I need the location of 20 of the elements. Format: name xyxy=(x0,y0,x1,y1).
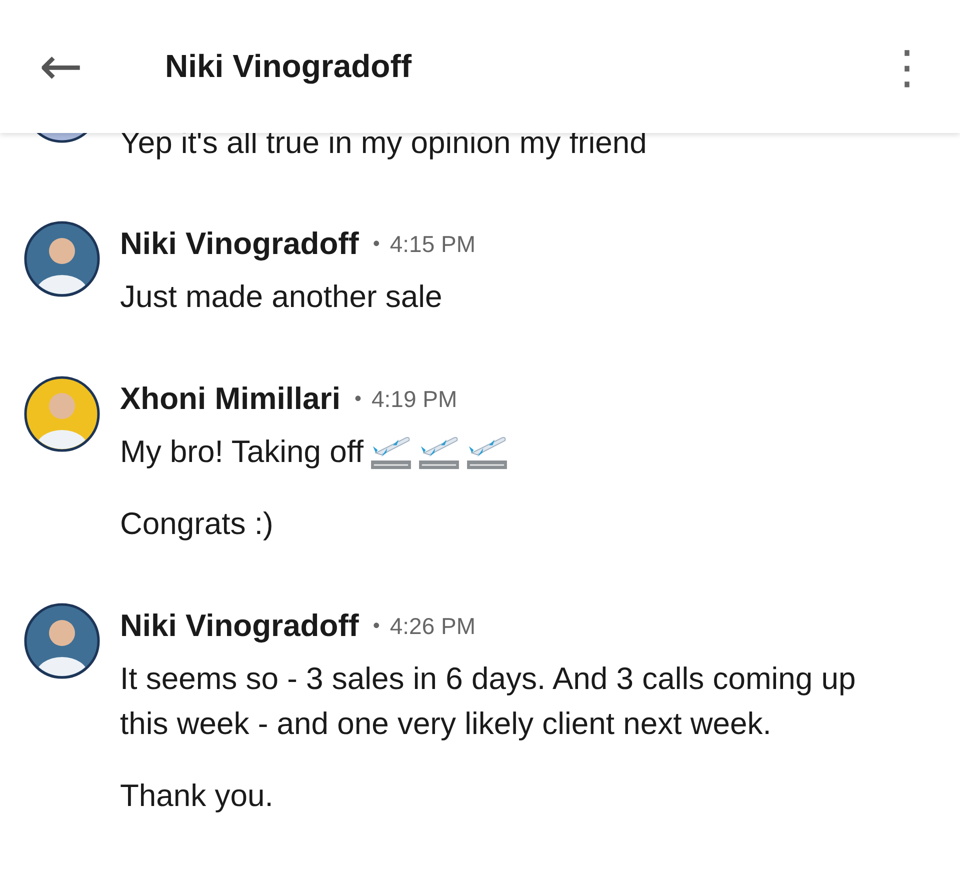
separator-dot: • xyxy=(372,232,380,256)
author-name: Niki Vinogradoff xyxy=(120,226,359,262)
separator-dot: • xyxy=(372,614,380,638)
separator-dot: • xyxy=(354,388,362,410)
avatar[interactable] xyxy=(24,221,100,297)
message-text: My bro! Taking off xyxy=(120,433,364,471)
message-text: Just made another sale xyxy=(120,278,442,316)
message-time: 4:26 PM xyxy=(390,612,476,640)
author-name: Xhoni Mimillari xyxy=(120,381,340,417)
message-text: It seems so - 3 sales in 6 days. And 3 calls coming up this week - and one very likely client next week. xyxy=(120,660,857,743)
message-time: 4:19 PM xyxy=(371,386,458,412)
avatar[interactable] xyxy=(24,376,100,452)
chat-title: Niki Vinogradoff xyxy=(165,48,413,85)
avatar[interactable] xyxy=(24,603,100,679)
back-button[interactable]: ← xyxy=(32,40,90,92)
author-name: Niki Vinogradoff xyxy=(120,608,359,644)
message-text: Congrats :) xyxy=(120,505,274,543)
menu-button[interactable]: ⋮ xyxy=(884,44,930,90)
message-text: Thank you. xyxy=(120,777,274,815)
message-time: 4:15 PM xyxy=(390,230,476,258)
